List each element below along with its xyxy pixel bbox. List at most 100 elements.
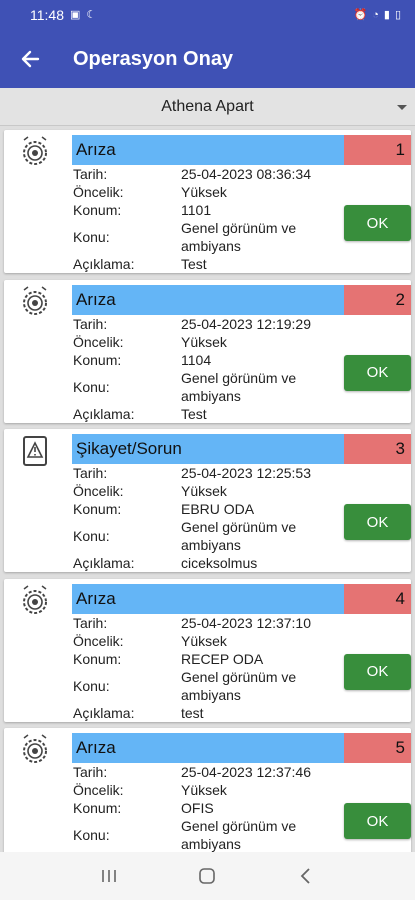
description-value: Test [181,405,207,422]
home-icon [199,868,216,884]
location-value: 1104 [181,351,212,368]
item-number-badge: 4 [344,583,411,614]
date-label: Tarih: [73,166,108,182]
priority-label: Öncelik: [73,782,124,798]
priority-label: Öncelik: [73,632,124,649]
description-value: Test [181,256,207,272]
signal-icon: ▮ [383,8,390,21]
date-value: 25-04-2023 12:37:46 [181,764,311,780]
dropdown-arrow-icon [397,105,407,110]
fault-gear-icon [23,734,47,763]
subject-value: Genel görünüm ve ambiyans [181,220,297,254]
item-type-header: Şikayet/Sorun [72,434,344,464]
page-title: Operasyon Onay [73,47,234,70]
operation-card: Arıza 4 Tarih: 25-04-2023 12:37:10 Öncel… [4,578,411,722]
item-type-label: Arıza [76,588,116,608]
priority-label: Öncelik: [73,483,124,499]
ok-button[interactable]: OK [344,653,411,690]
ok-button[interactable]: OK [344,803,411,839]
item-number-badge: 5 [344,733,411,763]
location-value: OFIS [181,800,214,816]
arrow-left-icon [21,50,40,68]
battery-icon: ▯ [394,8,401,21]
date-label: Tarih: [73,764,108,780]
priority-label: Öncelik: [73,184,124,200]
priority-value: Yüksek [181,184,227,200]
operation-card: Arıza 5 Tarih: 25-04-2023 12:37:46 Öncel… [4,728,411,852]
apart-selector[interactable]: Athena Apart [0,88,415,126]
fault-gear-icon [23,136,47,165]
date-value: 25-04-2023 08:36:34 [181,166,311,182]
complaint-warning-icon [23,436,47,466]
subject-label: Konu: [73,229,110,245]
date-label: Tarih: [73,614,108,631]
priority-value: Yüksek [181,782,227,798]
priority-value: Yüksek [181,632,227,649]
date-value: 25-04-2023 12:19:29 [181,315,311,332]
item-type-icon [18,584,52,617]
item-number-badge: 1 [344,135,411,165]
home-button[interactable] [187,856,227,896]
operation-card: Arıza 2 Tarih: 25-04-2023 12:19:29 Öncel… [4,279,411,423]
recent-apps-icon [102,870,116,882]
location-value: EBRU ODA [181,501,255,517]
ok-button[interactable]: OK [344,354,411,391]
operation-card: Arıza 1 Tarih: 25-04-2023 08:36:34 Öncel… [4,130,411,273]
date-label: Tarih: [73,315,108,332]
status-time: 11:48 [30,7,64,23]
date-label: Tarih: [73,465,108,481]
system-back-button[interactable] [286,856,326,896]
priority-value: Yüksek [181,483,227,499]
subject-value: Genel görünüm ve ambiyans [181,818,297,852]
item-type-label: Arıza [76,289,116,309]
date-value: 25-04-2023 12:25:53 [181,465,311,481]
item-type-icon [18,285,52,318]
priority-label: Öncelik: [73,333,124,350]
description-label: Açıklama: [73,256,135,272]
location-value: RECEP ODA [181,650,264,667]
location-label: Konum: [73,202,122,218]
operation-card: Şikayet/Sorun 3 Tarih: 25-04-2023 12:25:… [4,429,411,572]
fault-gear-icon [23,584,47,614]
subject-label: Konu: [73,827,110,843]
description-label: Açıklama: [73,704,135,721]
item-number-badge: 3 [344,434,411,464]
location-label: Konum: [73,351,122,368]
location-label: Konum: [73,501,122,517]
description-label: Açıklama: [73,555,135,571]
item-type-header: Arıza [72,733,344,763]
back-button[interactable] [0,30,60,88]
description-value: test [181,704,204,721]
operation-list[interactable]: Arıza 1 Tarih: 25-04-2023 08:36:34 Öncel… [0,126,415,852]
system-nav-bar [0,852,415,900]
location-label: Konum: [73,800,122,816]
date-value: 25-04-2023 12:37:10 [181,614,311,631]
chevron-left-icon [300,868,310,884]
location-label: Konum: [73,650,122,667]
item-type-icon [18,136,52,168]
item-type-label: Arıza [76,738,116,757]
apart-selector-value: Athena Apart [161,97,254,115]
app-bar: Operasyon Onay [0,30,415,88]
ok-button[interactable]: OK [344,205,411,241]
status-bar: 11:48 ▣ ☾ ⏰ ◔ ▮ ▯ [0,0,415,30]
wifi-icon: ◔ [372,8,379,21]
item-type-label: Arıza [76,140,116,159]
priority-value: Yüksek [181,333,227,350]
item-type-icon [18,734,52,766]
moon-notification-icon: ☾ [86,8,97,21]
gallery-notification-icon: ▣ [70,8,81,21]
subject-value: Genel görünüm ve ambiyans [181,668,297,703]
ok-button[interactable]: OK [344,504,411,540]
item-type-header: Arıza [72,284,344,315]
subject-label: Konu: [73,528,110,544]
item-type-label: Şikayet/Sorun [76,439,182,458]
subject-label: Konu: [73,378,110,395]
item-type-header: Arıza [72,135,344,165]
fault-gear-icon [23,285,47,315]
recent-apps-button[interactable] [89,856,129,896]
subject-value: Genel görünüm ve ambiyans [181,369,297,404]
item-type-header: Arıza [72,583,344,614]
subject-label: Konu: [73,677,110,694]
location-value: 1101 [181,202,212,218]
